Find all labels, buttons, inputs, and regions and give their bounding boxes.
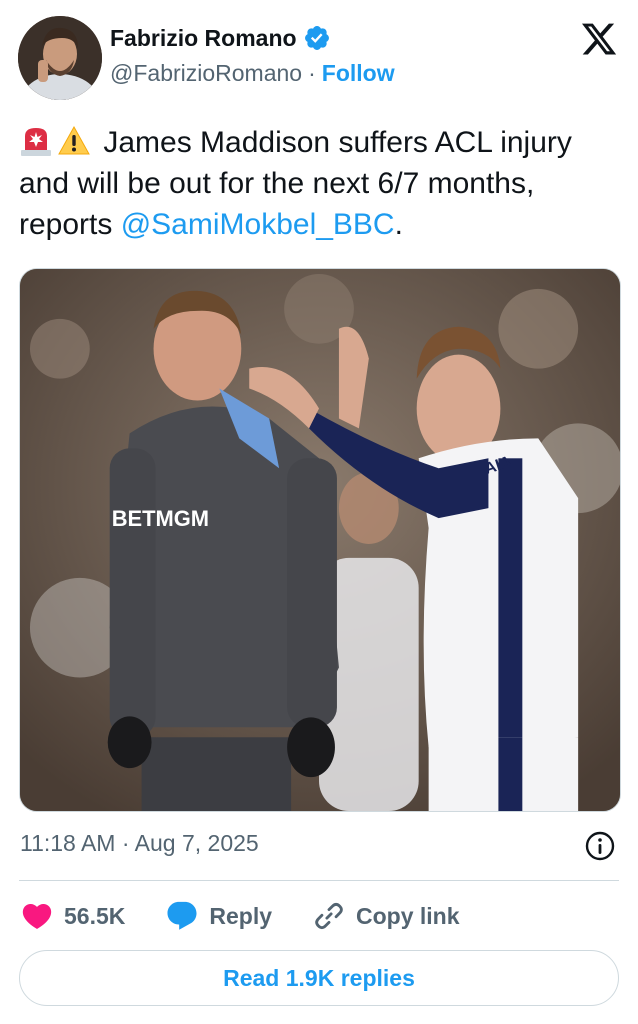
- tweet-end: .: [394, 208, 403, 241]
- author-name-row: Fabrizio Romano: [110, 24, 331, 52]
- author-display-name[interactable]: Fabrizio Romano: [110, 25, 297, 52]
- staff-shirt-sponsor: BETMGM: [112, 506, 209, 531]
- like-count: 56.5K: [64, 902, 126, 929]
- avatar[interactable]: [18, 16, 102, 100]
- follow-button[interactable]: Follow: [322, 60, 395, 87]
- info-icon[interactable]: [584, 830, 616, 862]
- read-replies-label: Read 1.9K replies: [223, 964, 415, 991]
- warning-icon: [57, 124, 91, 158]
- link-icon: [315, 902, 343, 930]
- author-handle-row: @FabrizioRomano · Follow: [110, 60, 395, 87]
- mention-link[interactable]: @SamiMokbel_BBC: [121, 208, 395, 241]
- tweet-photo[interactable]: BETMGM AIA: [19, 268, 621, 812]
- separator-dot: ·: [308, 60, 316, 86]
- verified-badge-icon: [303, 24, 331, 52]
- author-handle[interactable]: @FabrizioRomano: [110, 60, 302, 87]
- read-replies-button[interactable]: Read 1.9K replies: [19, 950, 619, 1006]
- heart-icon: [22, 903, 52, 929]
- reply-button[interactable]: Reply: [165, 899, 272, 933]
- divider: [19, 880, 619, 881]
- reply-bubble-icon: [167, 901, 197, 930]
- tweet-text: James Maddison suffers ACL injury and wi…: [19, 122, 619, 245]
- tweet-timestamp[interactable]: 11:18 AM · Aug 7, 2025: [20, 830, 259, 857]
- copy-link-label: Copy link: [356, 902, 460, 929]
- copy-link-button[interactable]: Copy link: [312, 899, 460, 933]
- rotating-light-icon: [19, 124, 53, 158]
- like-button[interactable]: 56.5K: [20, 899, 125, 933]
- action-bar: 56.5K Reply Copy link: [20, 898, 500, 934]
- reply-label: Reply: [209, 902, 273, 929]
- x-logo-icon[interactable]: [580, 20, 618, 58]
